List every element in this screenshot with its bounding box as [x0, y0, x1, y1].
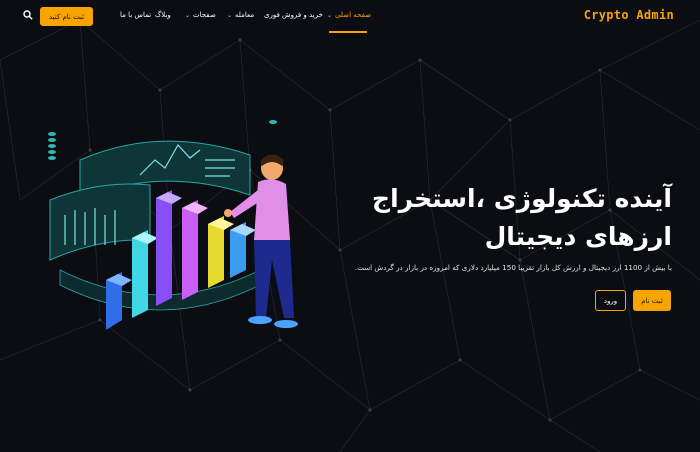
menu-item-instant-buy-sell[interactable]: خرید و فروش فوری	[264, 11, 323, 19]
active-menu-indicator	[329, 31, 367, 33]
menu-label: صفحه اصلی	[335, 11, 372, 19]
chevron-down-icon: ⌄	[227, 11, 233, 19]
login-button[interactable]: ورود	[595, 290, 626, 311]
brand-logo[interactable]: Crypto Admin	[584, 8, 674, 22]
chevron-down-icon: ⌄	[147, 11, 153, 19]
signup-button[interactable]: ثبت نام کنید	[40, 7, 93, 26]
hero-title-line1: آینده تکنولوژی ،استخراج	[372, 184, 672, 213]
menu-label: صفحات	[193, 11, 216, 19]
hero-description: با بیش از 1100 ارز دیجیتال و ارزش کل باز…	[354, 263, 672, 272]
hero-illustration	[48, 120, 298, 330]
menu-label: معامله	[235, 11, 255, 19]
register-button[interactable]: ثبت نام	[633, 290, 671, 311]
hero-title-line2: ارزهای دیجیتال	[484, 222, 672, 251]
top-navbar: ثبت نام کنید تماس با ما وبلاگ ⌄ صفحات ⌄ …	[0, 0, 700, 34]
search-icon[interactable]	[23, 10, 33, 20]
menu-item-home[interactable]: صفحه اصلی ⌄	[327, 11, 371, 19]
menu-label: خرید و فروش فوری	[264, 11, 323, 19]
menu-label: وبلاگ	[155, 11, 171, 19]
menu-item-trade[interactable]: معامله ⌄	[227, 11, 254, 19]
chevron-down-icon: ⌄	[185, 11, 191, 19]
chevron-down-icon: ⌄	[327, 11, 333, 19]
menu-item-blog[interactable]: وبلاگ ⌄	[147, 11, 171, 19]
menu-item-pages[interactable]: صفحات ⌄	[185, 11, 216, 19]
hero-title: آینده تکنولوژی ،استخراج ارزهای دیجیتال	[352, 180, 672, 256]
